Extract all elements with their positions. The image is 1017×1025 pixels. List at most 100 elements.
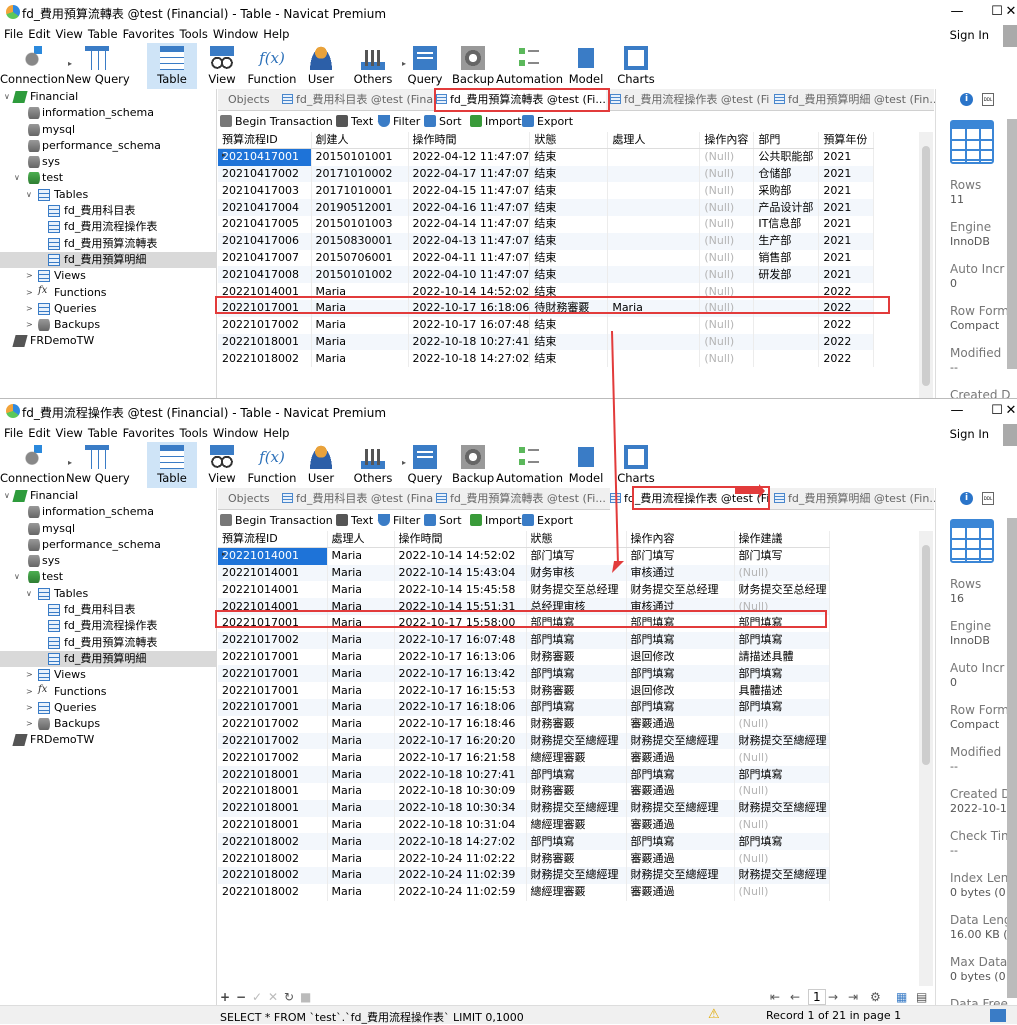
nav-db-sys[interactable]: sys <box>0 154 216 170</box>
nav-connection-frdemotw[interactable]: FRDemoTW <box>0 732 216 748</box>
column-header[interactable]: 創建人 <box>311 132 409 150</box>
menu-tools[interactable]: Tools <box>176 424 209 440</box>
grid-scrollbar[interactable] <box>919 132 933 398</box>
table-cell[interactable]: 2021 <box>818 266 875 284</box>
table-row[interactable]: 20221018001 Maria 2022-10-18 10:27:41 部門填寫部… <box>218 766 830 783</box>
table-cell[interactable]: 財務審覈 <box>526 682 627 699</box>
table-cell[interactable]: (Null) <box>699 249 755 267</box>
menu-table[interactable]: Table <box>84 25 119 41</box>
page-number-input[interactable]: 1 <box>808 989 826 1005</box>
table-row[interactable]: 20221017002 Maria 2022-10-17 16:18:46 財務審覈審… <box>218 715 830 733</box>
table-cell[interactable]: 財務審覈 <box>526 782 627 800</box>
table-cell[interactable]: 2021 <box>818 232 875 250</box>
table-cell[interactable]: 2022-10-14 15:43:04 <box>394 564 527 582</box>
nav-table-1[interactable]: fd_費用流程操作表 <box>0 618 216 634</box>
table-row[interactable]: 20221014001 Maria 2022-10-14 15:45:58 财务提交至… <box>218 581 830 599</box>
table-cell[interactable]: 部門填寫 <box>626 698 735 716</box>
next-page-button[interactable]: → <box>828 990 838 1004</box>
table-cell[interactable]: Maria <box>327 648 395 666</box>
table-cell[interactable]: Maria <box>327 682 395 699</box>
toolbar-table-button[interactable]: Table <box>147 442 197 488</box>
table-cell[interactable]: 總經理審覈 <box>526 883 627 901</box>
menu-view[interactable]: View <box>52 25 84 41</box>
last-page-button[interactable]: ⇥ <box>848 990 858 1004</box>
nav-connection-financial[interactable]: ∨ Financial <box>0 89 216 105</box>
nav-functions-folder[interactable]: > fx Functions <box>0 684 216 700</box>
table-cell[interactable]: 2022-10-18 10:27:41 <box>394 766 527 783</box>
column-header[interactable]: 操作時間 <box>408 132 531 150</box>
table-cell[interactable]: Maria <box>327 799 395 817</box>
nav-queries-folder[interactable]: > Queries <box>0 700 216 716</box>
table-cell[interactable]: 公共职能部 <box>753 148 820 166</box>
table-cell[interactable] <box>607 165 701 183</box>
toolbar-automation-button[interactable]: Automation <box>496 43 563 89</box>
nav-backups-folder[interactable]: > Backups <box>0 716 216 732</box>
table-cell[interactable]: 20210417005 <box>218 215 312 233</box>
table-cell[interactable]: 部門填寫 <box>734 766 830 783</box>
table-cell[interactable] <box>607 266 701 284</box>
table-cell[interactable]: 20210417008 <box>218 266 312 284</box>
table-row[interactable]: 20210417005 20150101003 2022-04-14 11:47:0… <box>218 215 875 233</box>
table-cell[interactable] <box>607 215 701 233</box>
delete-record-button[interactable]: − <box>236 990 246 1004</box>
table-cell[interactable]: 退回修改 <box>626 682 735 699</box>
table-cell[interactable]: 財務提交至總經理 <box>526 866 627 884</box>
table-cell[interactable]: 20221017002 <box>218 715 328 733</box>
gear-icon[interactable]: ⚙ <box>870 990 881 1004</box>
scroll-thumb[interactable] <box>922 146 930 386</box>
nav-views-folder[interactable]: > Views <box>0 667 216 683</box>
table-cell[interactable]: 20221018002 <box>218 883 328 901</box>
column-header[interactable]: 狀態 <box>529 132 609 150</box>
table-row[interactable]: 20221018001 Maria 2022-10-18 10:30:34 財務提交至… <box>218 799 830 817</box>
table-cell[interactable]: (Null) <box>699 199 755 216</box>
expand-chevron-icon[interactable]: > <box>26 268 36 284</box>
table-cell[interactable]: 總經理審覈 <box>526 749 627 767</box>
table-row[interactable]: 20221018001 Maria 2022-10-18 10:30:09 財務審覈審… <box>218 782 830 800</box>
table-cell[interactable]: 2021 <box>818 249 875 267</box>
table-cell[interactable]: 2021 <box>818 199 875 216</box>
first-page-button[interactable]: ⇤ <box>770 990 780 1004</box>
subtoolbar-export-button[interactable]: Export <box>522 514 573 527</box>
ddl-icon[interactable]: DDL <box>982 93 994 106</box>
table-cell[interactable]: 20210417003 <box>218 182 312 200</box>
table-cell[interactable]: 结束 <box>529 215 609 233</box>
nav-queries-folder[interactable]: > Queries <box>0 301 216 317</box>
menu-window[interactable]: Window <box>209 25 259 41</box>
table-row[interactable]: 20221017002 Maria 2022-10-17 16:20:20 財務提交至… <box>218 732 830 750</box>
table-cell[interactable]: 審覈通過 <box>626 850 735 867</box>
close-button[interactable]: ✕ <box>1005 3 1017 21</box>
table-cell[interactable]: Maria <box>327 883 395 901</box>
table-row[interactable]: 20221014001 Maria 2022-10-14 15:43:04 财务审核审… <box>218 564 830 582</box>
table-cell[interactable]: 20171010002 <box>311 165 409 183</box>
table-cell[interactable]: 2021 <box>818 165 875 183</box>
info-icon[interactable]: i <box>960 93 973 106</box>
table-cell[interactable]: (Null) <box>699 165 755 183</box>
table-cell[interactable]: Maria <box>327 547 395 565</box>
subtoolbar-begin-transaction-button[interactable]: Begin Transaction <box>220 115 333 128</box>
table-cell[interactable]: Maria <box>327 833 395 851</box>
subtoolbar-filter-button[interactable]: Filter <box>378 514 420 527</box>
column-header[interactable]: 預算流程ID <box>218 132 312 150</box>
table-cell[interactable] <box>607 148 701 166</box>
table-cell[interactable]: Maria <box>327 715 395 733</box>
toolbar-user-button[interactable]: User <box>300 442 342 488</box>
table-cell[interactable]: 財務提交至總經理 <box>626 866 735 884</box>
data-grid[interactable]: 預算流程ID 創建人 操作時間 狀態 處理人 操作內容 部門 預算年份 20210417001 2… <box>218 132 918 368</box>
table-cell[interactable]: 2022-10-14 15:45:58 <box>394 581 527 599</box>
column-header[interactable]: 操作內容 <box>626 531 735 549</box>
expand-chevron-icon[interactable]: > <box>26 285 36 301</box>
tab-table-4[interactable]: fd_費用預算明細 @test (Fin... <box>774 488 936 510</box>
menu-file[interactable]: File <box>0 424 24 440</box>
table-cell[interactable]: 20221014001 <box>218 581 328 599</box>
table-cell[interactable]: (Null) <box>734 782 830 800</box>
table-cell[interactable]: Maria <box>327 732 395 750</box>
table-cell[interactable]: Maria <box>327 581 395 599</box>
table-cell[interactable]: 2022-04-12 11:47:07 <box>408 148 531 166</box>
table-cell[interactable]: 部門填寫 <box>526 698 627 716</box>
table-cell[interactable]: 2022 <box>818 316 875 334</box>
nav-db-performance-schema[interactable]: performance_schema <box>0 537 216 553</box>
table-cell[interactable] <box>607 199 701 216</box>
table-cell[interactable]: 2022-10-24 11:02:59 <box>394 883 527 901</box>
table-cell[interactable] <box>607 182 701 200</box>
table-cell[interactable]: (Null) <box>699 333 755 351</box>
